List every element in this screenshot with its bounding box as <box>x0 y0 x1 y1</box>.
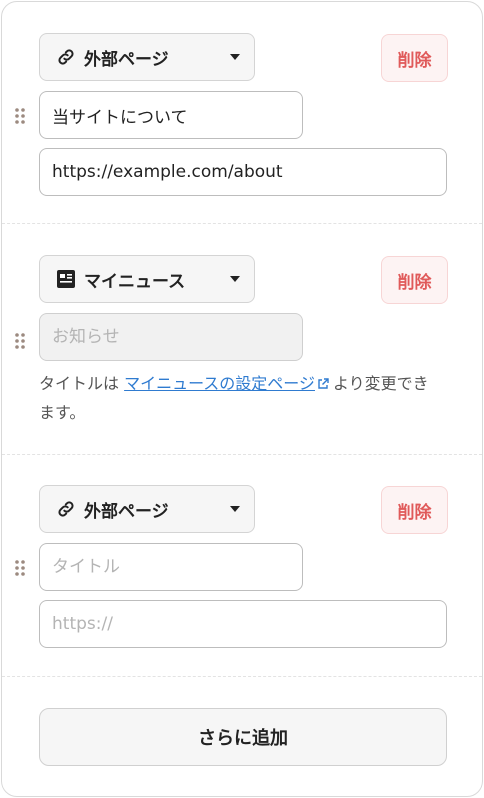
drag-handle-icon[interactable] <box>14 107 26 125</box>
item-type-label: マイニュース <box>84 271 186 292</box>
help-text-prefix: タイトルは <box>39 374 125 393</box>
external-link-icon <box>317 371 329 399</box>
chevron-down-icon <box>230 506 240 512</box>
news-icon <box>56 269 76 289</box>
item-type-select[interactable]: 外部ページ <box>39 33 255 81</box>
drag-handle-icon[interactable] <box>14 559 26 577</box>
item-type-label: 外部ページ <box>84 501 169 522</box>
delete-button[interactable]: 削除 <box>381 256 448 304</box>
help-text-suffix: より変更でき <box>332 374 429 393</box>
menu-items-card: 外部ページ 削除 当サイトについて https://example.com/ab… <box>1 1 483 797</box>
chevron-down-icon <box>230 54 240 60</box>
section-divider <box>2 676 482 677</box>
title-input[interactable] <box>39 543 303 591</box>
item-type-label: 外部ページ <box>84 49 169 70</box>
help-text-suffix-line2: ます。 <box>39 403 86 422</box>
delete-button[interactable]: 削除 <box>381 486 448 534</box>
item-type-select[interactable]: マイニュース <box>39 255 255 303</box>
section-divider <box>2 223 482 224</box>
title-input[interactable] <box>39 91 303 139</box>
section-divider <box>2 454 482 455</box>
drag-handle-icon[interactable] <box>14 332 26 350</box>
link-icon <box>56 499 76 519</box>
title-input-disabled <box>39 313 303 361</box>
news-settings-link[interactable]: マイニュースの設定ページ <box>124 374 315 393</box>
url-input[interactable] <box>39 600 447 648</box>
url-input[interactable] <box>39 148 447 196</box>
add-more-button[interactable]: さらに追加 <box>39 708 447 766</box>
item-type-select[interactable]: 外部ページ <box>39 485 255 533</box>
link-icon <box>56 47 76 67</box>
title-help-text: タイトルは マイニュースの設定ページ より変更できます。 <box>39 370 482 427</box>
delete-button[interactable]: 削除 <box>381 34 448 82</box>
chevron-down-icon <box>230 276 240 282</box>
